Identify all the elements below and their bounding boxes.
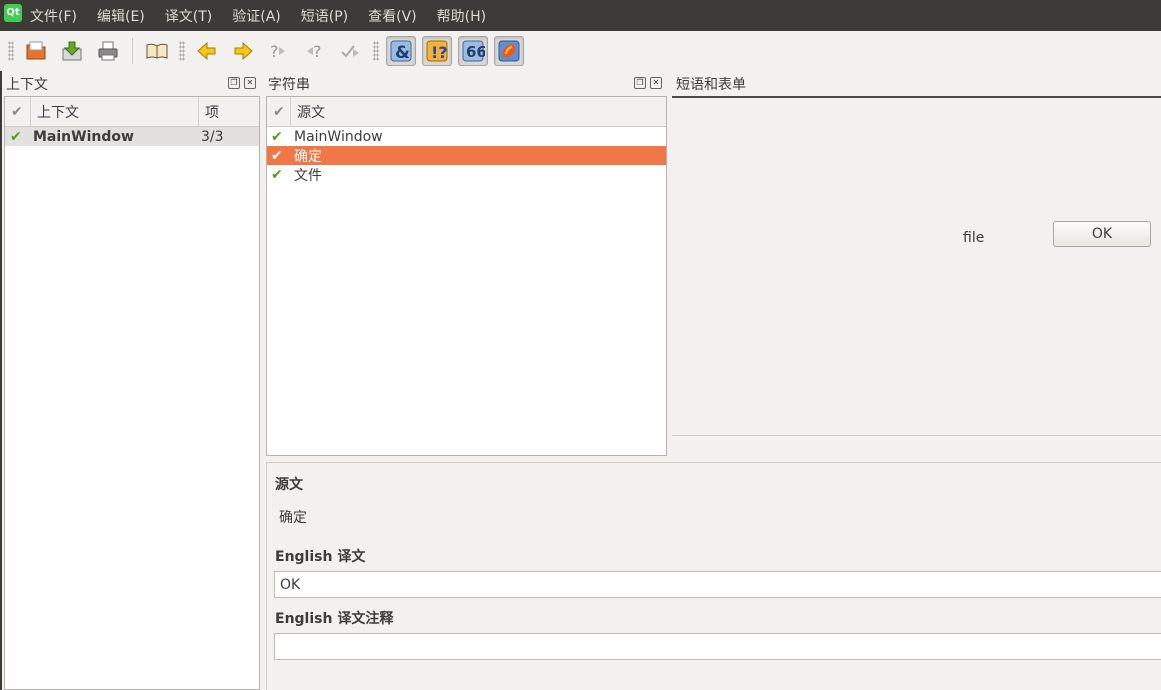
form-preview-ok-button[interactable]: OK bbox=[1053, 221, 1151, 247]
check-icon: ✔ bbox=[271, 128, 283, 145]
source-text: 确定 bbox=[279, 510, 307, 526]
check-icon: ✔ bbox=[10, 128, 22, 145]
context-name: MainWindow bbox=[33, 128, 134, 145]
float-dock-icon[interactable]: ❐ bbox=[228, 77, 240, 89]
header-check-icon[interactable]: ✔ bbox=[5, 97, 31, 126]
open-icon[interactable] bbox=[21, 36, 51, 66]
menu-edit[interactable]: 编辑(E) bbox=[97, 6, 145, 26]
svg-text:?: ? bbox=[313, 42, 322, 61]
svg-text:?: ? bbox=[270, 42, 279, 61]
toolbar-grip[interactable] bbox=[373, 41, 379, 61]
svg-text:66: 66 bbox=[466, 43, 485, 61]
close-dock-icon[interactable]: ✕ bbox=[244, 77, 256, 89]
header-check-icon[interactable]: ✔ bbox=[267, 97, 291, 126]
comment-label: English 译文注释 bbox=[275, 611, 394, 627]
context-list-header: ✔ 上下文 项 bbox=[5, 97, 259, 127]
header-items[interactable]: 项 bbox=[199, 97, 259, 126]
header-source[interactable]: 源文 bbox=[291, 97, 666, 126]
context-count: 3/3 bbox=[201, 128, 224, 145]
menu-help[interactable]: 帮助(H) bbox=[437, 6, 486, 26]
next-unfinished-icon[interactable]: ? bbox=[300, 36, 330, 66]
string-source: MainWindow bbox=[294, 128, 383, 145]
translation-editor: 源文 确定 English 译文 OK English 译文注释 bbox=[266, 462, 1161, 690]
phrasebook-icon[interactable] bbox=[142, 36, 172, 66]
context-row[interactable]: ✔ MainWindow 3/3 bbox=[5, 127, 259, 146]
context-dock-title: 上下文 bbox=[6, 77, 48, 93]
strings-dock-title: 字符串 bbox=[268, 77, 310, 93]
string-source: 文件 bbox=[294, 167, 322, 184]
string-row-selected[interactable]: ✔ 确定 bbox=[267, 146, 666, 165]
phrases-dock-tab[interactable]: 短语和表单 bbox=[676, 73, 1161, 95]
context-list[interactable]: ✔ 上下文 项 ✔ MainWindow 3/3 bbox=[4, 96, 260, 690]
form-preview-label: file bbox=[963, 230, 985, 246]
toolbar-separator bbox=[132, 38, 133, 64]
check-icon: ✔ bbox=[271, 147, 283, 164]
window-left-border bbox=[0, 31, 2, 690]
source-label: 源文 bbox=[275, 477, 303, 493]
comment-input[interactable] bbox=[274, 633, 1161, 660]
translation-label: English 译文 bbox=[275, 549, 366, 565]
phrase-match-icon[interactable]: 66 bbox=[458, 36, 488, 66]
phrases-dock-title: 短语和表单 bbox=[676, 77, 746, 93]
menu-bar: Qt 文件(F) 编辑(E) 译文(T) 验证(A) 短语(P) 查看(V) 帮… bbox=[0, 0, 1161, 31]
strings-list-header: ✔ 源文 bbox=[267, 97, 666, 127]
string-source: 确定 bbox=[294, 148, 322, 165]
menu-phrases[interactable]: 短语(P) bbox=[301, 6, 348, 26]
prev-unfinished-icon[interactable]: ? bbox=[264, 36, 294, 66]
svg-text:&: & bbox=[395, 43, 410, 63]
menu-translation[interactable]: 译文(T) bbox=[165, 6, 212, 26]
form-preview-area bbox=[672, 96, 1161, 436]
check-icon: ✔ bbox=[271, 166, 283, 183]
punctuation-check-icon[interactable]: !? bbox=[422, 36, 452, 66]
done-next-icon[interactable] bbox=[336, 36, 366, 66]
menu-view[interactable]: 查看(V) bbox=[368, 6, 417, 26]
header-context[interactable]: 上下文 bbox=[31, 97, 199, 126]
menu-validation[interactable]: 验证(A) bbox=[232, 6, 281, 26]
placeholder-check-icon[interactable] bbox=[494, 36, 524, 66]
toolbar-grip[interactable] bbox=[179, 41, 185, 61]
next-arrow-icon[interactable] bbox=[228, 36, 258, 66]
prev-arrow-icon[interactable] bbox=[192, 36, 222, 66]
translation-input[interactable]: OK bbox=[274, 571, 1161, 598]
menu-file[interactable]: 文件(F) bbox=[30, 6, 77, 26]
string-row[interactable]: ✔ 文件 bbox=[267, 165, 666, 184]
close-dock-icon[interactable]: ✕ bbox=[650, 77, 662, 89]
save-icon[interactable] bbox=[57, 36, 87, 66]
float-dock-icon[interactable]: ❐ bbox=[634, 77, 646, 89]
print-icon[interactable] bbox=[93, 36, 123, 66]
strings-list[interactable]: ✔ 源文 ✔ MainWindow ✔ 确定 ✔ 文件 bbox=[266, 96, 667, 456]
accelerator-check-icon[interactable]: & bbox=[386, 36, 416, 66]
qt-logo-icon: Qt bbox=[4, 3, 22, 22]
toolbar-grip[interactable] bbox=[8, 41, 14, 61]
strings-dock-title-bar: 字符串 ❐ ✕ bbox=[268, 73, 666, 95]
toolbar: ? ? & !? 66 bbox=[0, 31, 1161, 71]
context-dock-title-bar: 上下文 ❐ ✕ bbox=[6, 73, 260, 95]
string-row[interactable]: ✔ MainWindow bbox=[267, 127, 666, 146]
svg-text:!?: !? bbox=[431, 43, 448, 62]
